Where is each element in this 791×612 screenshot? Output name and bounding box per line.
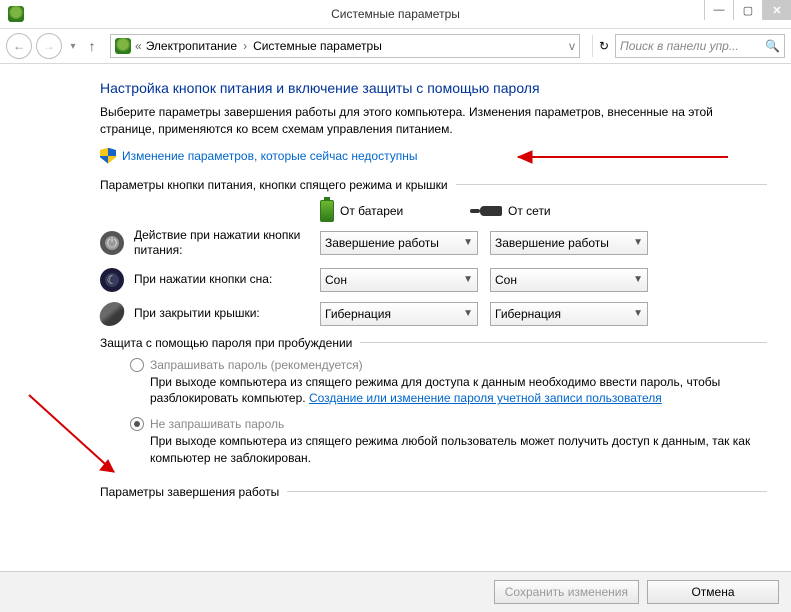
require-password-desc: При выходе компьютера из спящего режима … [150,374,767,408]
address-bar[interactable]: « Электропитание › Системные параметры v [110,34,580,58]
page-title: Настройка кнопок питания и включение защ… [100,80,767,96]
col-battery-label: От батареи [340,204,403,218]
titlebar: Системные параметры — ▢ ✕ [0,0,791,29]
sleep-button-icon [100,268,124,292]
breadcrumb-1[interactable]: Электропитание [146,39,237,53]
sleep-button-ac-select[interactable]: Сон▼ [490,268,648,292]
sleep-button-battery-select[interactable]: Сон▼ [320,268,478,292]
row-label: При нажатии кнопки сна: [134,272,320,287]
location-icon [115,38,131,54]
battery-icon [320,200,334,222]
col-ac-label: От сети [508,204,551,218]
minimize-button[interactable]: — [704,0,733,20]
address-dropdown[interactable]: v [569,39,575,53]
radio-require-password: Запрашивать пароль (рекомендуется) При в… [130,358,767,408]
shield-icon [100,148,116,164]
column-headers: От батареи От сети [320,200,767,222]
section-header-buttons: Параметры кнопки питания, кнопки спящего… [100,178,767,192]
power-button-ac-select[interactable]: Завершение работы▼ [490,231,648,255]
radio-no-password: Не запрашивать пароль При выходе компьют… [130,417,767,467]
search-icon: 🔍 [765,39,780,53]
create-password-link[interactable]: Создание или изменение пароля учетной за… [309,391,662,405]
uac-link-row: Изменение параметров, которые сейчас нед… [100,148,767,164]
forward-button[interactable]: → [36,33,62,59]
toolbar: ← → ▾ ↑ « Электропитание › Системные пар… [0,29,791,64]
section-header-shutdown: Параметры завершения работы [100,485,767,499]
row-sleep-button: При нажатии кнопки сна: Сон▼ Сон▼ [100,268,767,292]
content-area: Настройка кнопок питания и включение защ… [0,64,787,572]
close-button[interactable]: ✕ [762,0,791,20]
breadcrumb-2[interactable]: Системные параметры [253,39,382,53]
lid-ac-select[interactable]: Гибернация▼ [490,302,648,326]
radio-no-password-input[interactable] [130,417,144,431]
history-dropdown[interactable]: ▾ [66,41,80,52]
power-button-battery-select[interactable]: Завершение работы▼ [320,231,478,255]
window-title: Системные параметры [0,7,791,21]
chevron-right-icon: « [135,39,142,53]
chevron-right-icon: › [243,39,247,53]
up-button[interactable]: ↑ [82,38,102,54]
radio-require-password-input[interactable] [130,358,144,372]
row-label: Действие при нажатии кнопки питания: [134,228,320,258]
cancel-button[interactable]: Отмена [647,580,779,604]
footer: Сохранить изменения Отмена [0,571,791,612]
change-unavailable-settings-link[interactable]: Изменение параметров, которые сейчас нед… [122,149,418,163]
plug-icon [480,206,502,216]
row-lid-close: При закрытии крышки: Гибернация▼ Гиберна… [100,302,767,326]
no-password-desc: При выходе компьютера из спящего режима … [150,433,767,467]
back-button[interactable]: ← [6,33,32,59]
maximize-button[interactable]: ▢ [733,0,762,20]
save-button[interactable]: Сохранить изменения [494,580,639,604]
section-header-password: Защита с помощью пароля при пробуждении [100,336,767,350]
power-button-icon [100,231,124,255]
search-input[interactable]: Поиск в панели упр... 🔍 [615,34,785,58]
page-description: Выберите параметры завершения работы для… [100,104,767,138]
row-label: При закрытии крышки: [134,306,320,321]
radio-require-password-label: Запрашивать пароль (рекомендуется) [150,358,363,372]
radio-no-password-label: Не запрашивать пароль [150,417,284,431]
row-power-button: Действие при нажатии кнопки питания: Зав… [100,228,767,258]
refresh-button[interactable]: ↻ [592,35,615,57]
lid-icon [97,302,126,326]
lid-battery-select[interactable]: Гибернация▼ [320,302,478,326]
